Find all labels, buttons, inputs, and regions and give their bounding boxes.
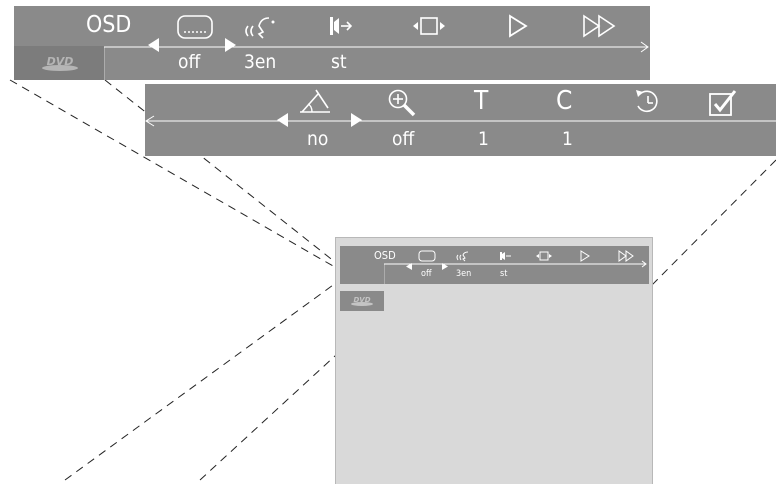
preview-dvd-logo-box: DVD (340, 291, 384, 311)
second-bar-rule (145, 115, 776, 127)
audio-channel-value: st (331, 51, 347, 73)
preview-play-icon (580, 250, 590, 262)
preview-audio-language-value: 3en (456, 269, 472, 279)
chapter-icon[interactable]: C (556, 86, 572, 116)
preview-audio-channel-value: st (500, 269, 508, 279)
subtitle-value: off (178, 51, 201, 73)
preview-fast-forward-icon (618, 250, 634, 262)
preview-audio-channel-icon (500, 252, 511, 260)
play-icon[interactable] (508, 14, 528, 38)
second-left-arrow[interactable] (277, 113, 289, 127)
svg-text:DVD: DVD (353, 296, 370, 304)
preview-angle-icon (536, 251, 552, 261)
zoom-icon[interactable] (387, 88, 417, 118)
tv-screen: OSD off 3en st DVD (335, 237, 653, 484)
dvd-logo: DVD (42, 55, 78, 71)
value-right-arrow[interactable] (224, 38, 236, 52)
audio-channel-icon[interactable] (328, 14, 352, 38)
chapter-value: 1 (562, 128, 573, 150)
osd-second-bar (145, 84, 776, 156)
second-right-arrow[interactable] (350, 113, 362, 127)
title-icon[interactable]: T (474, 86, 488, 116)
dvd-logo-cell: DVD (14, 46, 104, 80)
preview-right-arrow (442, 263, 448, 270)
fast-forward-icon[interactable] (582, 14, 618, 38)
preview-left-arrow (406, 263, 412, 270)
value-left-arrow[interactable] (148, 38, 160, 52)
preview-subtitle-icon (418, 250, 436, 262)
angle-value: no (307, 128, 329, 150)
zoom-value: off (392, 128, 415, 150)
preview-logo-cell (340, 266, 384, 284)
preview-dvd-logo: DVD (351, 296, 373, 306)
angle-icon[interactable] (412, 16, 446, 36)
time-search-icon[interactable] (634, 88, 662, 116)
angle-off-icon[interactable] (298, 88, 332, 116)
checkmark-icon[interactable] (708, 89, 738, 117)
preview-audio-language-icon (456, 251, 469, 262)
preview-subtitle-value: off (421, 269, 432, 279)
svg-text:DVD: DVD (47, 55, 74, 68)
audio-language-icon[interactable] (243, 12, 279, 40)
preview-osd-label: OSD (374, 249, 396, 262)
subtitle-icon[interactable] (176, 14, 214, 40)
title-value: 1 (478, 128, 489, 150)
osd-label[interactable]: OSD (86, 12, 131, 38)
audio-language-value: 3en (244, 51, 277, 73)
